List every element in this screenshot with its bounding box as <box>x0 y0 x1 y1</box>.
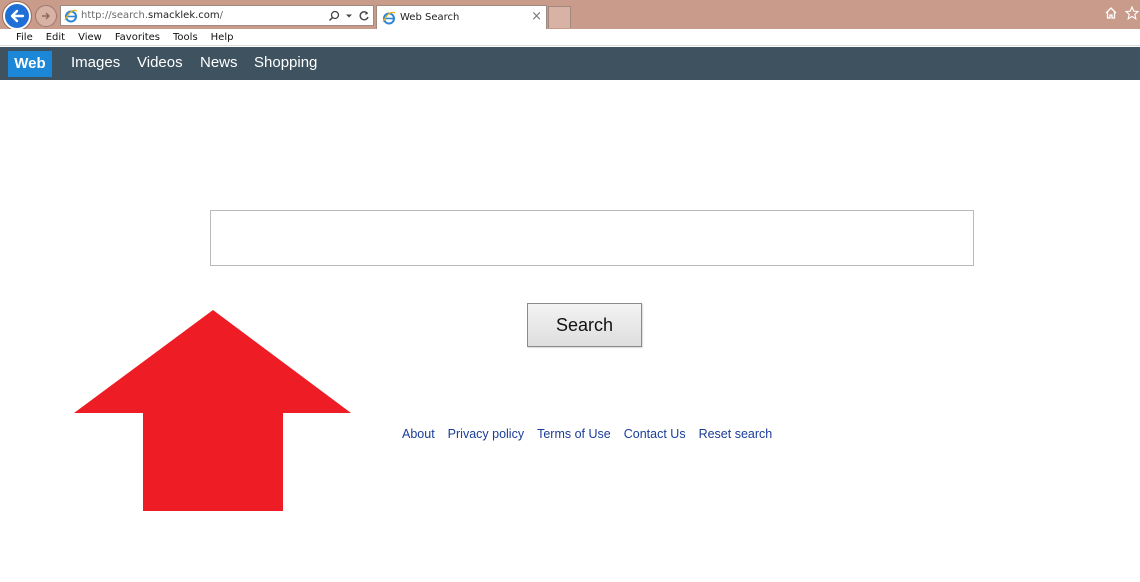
favorites-star-icon[interactable] <box>1125 6 1139 20</box>
browser-titlebar: http://search.smacklek.com/ Web Search × <box>0 0 1140 30</box>
menu-file[interactable]: File <box>16 32 33 43</box>
forward-button[interactable] <box>35 5 57 27</box>
close-tab-icon[interactable]: × <box>531 9 542 25</box>
nav-images[interactable]: Images <box>71 47 120 80</box>
nav-news[interactable]: News <box>200 47 238 80</box>
back-arrow-icon <box>10 9 25 23</box>
browser-window: http://search.smacklek.com/ Web Search ×… <box>0 0 1140 582</box>
search-icon[interactable] <box>328 10 340 22</box>
footer-link-about[interactable]: About <box>402 427 435 441</box>
new-tab-button[interactable] <box>548 6 571 28</box>
refresh-icon[interactable] <box>358 10 370 22</box>
url-text: http://search.smacklek.com/ <box>81 10 224 21</box>
ie-tab-icon <box>382 11 396 25</box>
menu-view[interactable]: View <box>78 32 102 43</box>
menu-favorites[interactable]: Favorites <box>115 32 160 43</box>
tab-title: Web Search <box>400 12 460 23</box>
ie-page-icon <box>64 9 78 23</box>
footer-link-privacy-policy[interactable]: Privacy policy <box>448 427 524 441</box>
nav-shopping[interactable]: Shopping <box>254 47 317 80</box>
red-up-arrow-annotation <box>74 310 351 511</box>
footer-links: About Privacy policy Terms of Use Contac… <box>402 425 772 443</box>
footer-link-terms-of-use[interactable]: Terms of Use <box>537 427 611 441</box>
menu-edit[interactable]: Edit <box>46 32 65 43</box>
address-bar[interactable]: http://search.smacklek.com/ <box>60 5 374 26</box>
search-input[interactable] <box>210 210 974 266</box>
search-button[interactable]: Search <box>527 303 642 347</box>
home-icon[interactable] <box>1104 6 1118 20</box>
tab-web-search[interactable]: Web Search × <box>376 5 547 29</box>
menu-bar: File Edit View Favorites Tools Help <box>0 29 1140 46</box>
footer-link-contact-us[interactable]: Contact Us <box>624 427 686 441</box>
back-button[interactable] <box>3 2 31 30</box>
site-nav-bar: Web Images Videos News Shopping <box>0 47 1140 80</box>
forward-arrow-icon <box>42 12 50 20</box>
nav-web[interactable]: Web <box>8 51 52 77</box>
menu-help[interactable]: Help <box>211 32 234 43</box>
footer-link-reset-search[interactable]: Reset search <box>699 427 773 441</box>
dropdown-chevron-icon[interactable] <box>345 12 353 20</box>
menu-tools[interactable]: Tools <box>173 32 198 43</box>
nav-videos[interactable]: Videos <box>137 47 183 80</box>
